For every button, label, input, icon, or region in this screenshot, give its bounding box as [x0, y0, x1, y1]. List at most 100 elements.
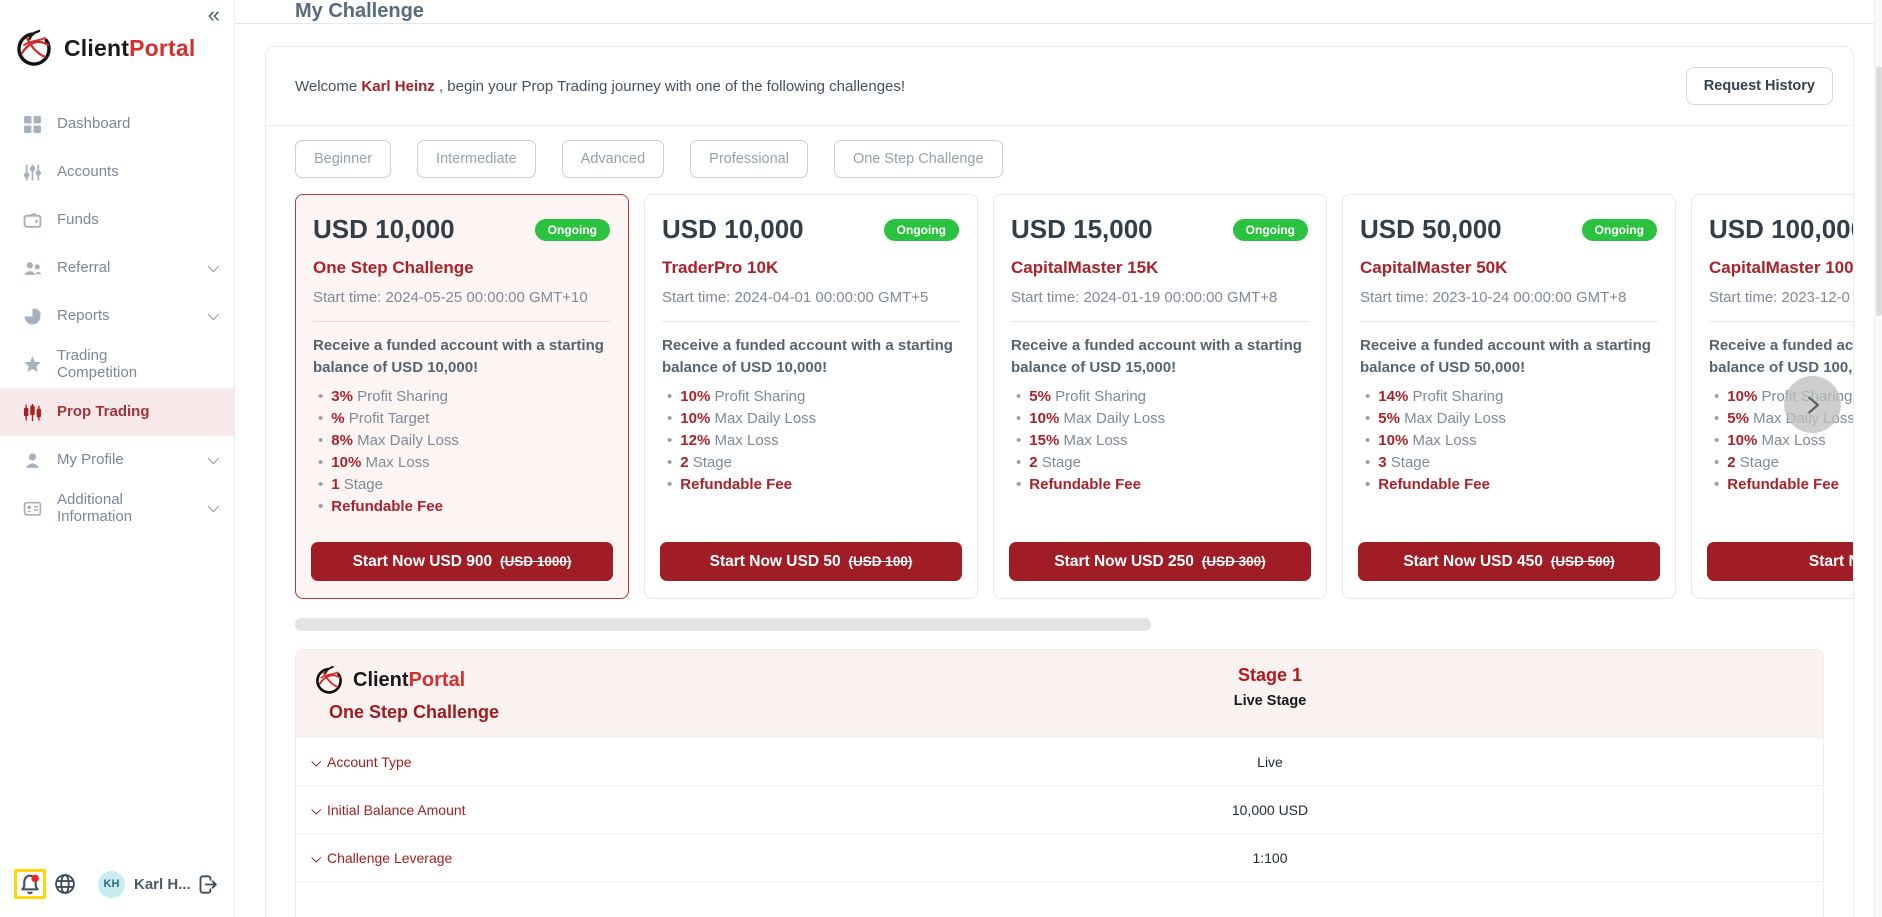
feature-item: Refundable Fee — [1709, 476, 1853, 493]
start-now-button[interactable]: Start Now US — [1707, 542, 1853, 581]
sidebar-item-referral[interactable]: Referral — [0, 244, 234, 292]
filter-advanced[interactable]: Advanced — [561, 140, 665, 178]
table-row: Account Type Live — [296, 737, 1823, 785]
challenge-card-one-step[interactable]: USD 10,000 Ongoing One Step Challenge St… — [295, 194, 629, 599]
feature-value: % — [331, 409, 345, 427]
sidebar-item-dashboard[interactable]: Dashboard — [0, 100, 234, 148]
sidebar-item-label: Funds — [57, 211, 99, 229]
sidebar-item-label: Referral — [57, 259, 111, 277]
card-name: CapitalMaster 100 — [1709, 258, 1853, 277]
sidebar-item-funds[interactable]: Funds — [0, 196, 234, 244]
card-description: Receive a funded account with a starting… — [662, 337, 953, 376]
feature-value: 2 — [680, 453, 689, 471]
bell-icon — [21, 874, 39, 895]
horizontal-scrollbar-thumb[interactable] — [295, 618, 1151, 631]
feature-item: 1 Stage — [313, 476, 611, 493]
card-name: CapitalMaster 15K — [1011, 258, 1159, 277]
welcome-row: Welcome Karl Heinz , begin your Prop Tra… — [266, 47, 1853, 125]
row-value: 10,000 USD — [1231, 802, 1309, 818]
divider — [1011, 321, 1309, 322]
feature-item: 8% Max Daily Loss — [313, 432, 611, 449]
sidebar-item-label: Prop Trading — [57, 403, 150, 421]
page-header: My Challenge — [235, 0, 1882, 24]
brand-logo: ClientPortal — [0, 0, 234, 80]
sidebar-nav: Dashboard Accounts Funds Referral Report… — [0, 100, 234, 532]
status-badge: Ongoing — [534, 219, 610, 241]
feature-item: Refundable Fee — [662, 476, 960, 493]
feature-item: Refundable Fee — [313, 498, 611, 515]
feature-value: 10% — [331, 453, 362, 471]
row-toggle-challenge-leverage[interactable]: Challenge Leverage — [311, 834, 452, 882]
challenge-card-traderpro-10k[interactable]: USD 10,000 Ongoing TraderPro 10K Start t… — [644, 194, 978, 599]
cta-old-price: (USD 300) — [1201, 554, 1266, 569]
start-now-button[interactable]: Start Now USD 50 (USD 100) — [660, 542, 962, 581]
feature-item: 10% Max Loss — [1360, 432, 1658, 449]
cta-label: Start Now US — [1808, 552, 1853, 570]
start-now-button[interactable]: Start Now USD 900 (USD 1000) — [311, 542, 613, 581]
carousel-next-button[interactable] — [1784, 376, 1841, 433]
challenge-card-capitalmaster-15k[interactable]: USD 15,000 Ongoing CapitalMaster 15K Sta… — [993, 194, 1327, 599]
row-toggle-initial-balance[interactable]: Initial Balance Amount — [311, 786, 466, 834]
filter-chips: Beginner Intermediate Advanced Professio… — [266, 126, 1853, 178]
sidebar-item-label: Additional Information — [57, 490, 133, 525]
feature-value: 5% — [1727, 409, 1749, 427]
feature-item: 2 Stage — [662, 454, 960, 471]
chevron-down-icon — [311, 756, 322, 767]
sidebar: « ClientPortal Dashboard Accounts Funds … — [0, 0, 235, 917]
feature-value: 3 — [1378, 453, 1387, 471]
feature-item: 10% Max Daily Loss — [1011, 410, 1309, 427]
card-start-time: Start time: 2024-04-01 00:00:00 GMT+5 — [662, 289, 929, 306]
feature-label: Refundable Fee — [1029, 475, 1141, 493]
notification-dot — [31, 874, 39, 883]
chevron-down-icon — [207, 500, 220, 513]
sidebar-item-accounts[interactable]: Accounts — [0, 148, 234, 196]
feature-label: Profit Target — [348, 409, 430, 427]
sidebar-item-prop-trading[interactable]: Prop Trading — [0, 388, 234, 436]
feature-label: Refundable Fee — [331, 497, 443, 515]
sidebar-item-reports[interactable]: Reports — [0, 292, 234, 340]
sidebar-item-additional-information[interactable]: Additional Information — [0, 484, 234, 532]
request-history-button[interactable]: Request History — [1685, 67, 1833, 105]
start-now-button[interactable]: Start Now USD 450 (USD 500) — [1358, 542, 1660, 581]
sidebar-item-my-profile[interactable]: My Profile — [0, 436, 234, 484]
brand-name-red: Portal — [408, 668, 466, 691]
feature-item: 2 Stage — [1709, 454, 1853, 471]
sidebar-collapse-icon[interactable]: « — [208, 4, 220, 26]
language-button[interactable] — [54, 873, 76, 895]
feature-item: 10% Max Loss — [1709, 432, 1853, 449]
main-area: My Challenge Welcome Karl Heinz , begin … — [235, 0, 1882, 917]
notifications-button[interactable] — [14, 869, 46, 899]
dashboard-icon — [23, 115, 42, 134]
feature-value: 10% — [680, 409, 711, 427]
start-now-button[interactable]: Start Now USD 250 (USD 300) — [1009, 542, 1311, 581]
feature-label: Profit Sharing — [714, 387, 806, 405]
filter-beginner[interactable]: Beginner — [295, 140, 392, 178]
card-name: One Step Challenge — [313, 258, 474, 277]
feature-value: 2 — [1029, 453, 1038, 471]
feature-label: Max Loss — [365, 453, 430, 471]
filter-one-step-challenge[interactable]: One Step Challenge — [833, 140, 1003, 178]
row-value: Live — [1257, 754, 1283, 770]
challenge-card-capitalmaster-50k[interactable]: USD 50,000 Ongoing CapitalMaster 50K Sta… — [1342, 194, 1676, 599]
vertical-scrollbar[interactable] — [1874, 0, 1882, 917]
logout-button[interactable] — [197, 874, 218, 895]
challenge-table-title: One Step Challenge — [329, 702, 500, 722]
filter-professional[interactable]: Professional — [690, 140, 808, 178]
feature-item: 2 Stage — [1011, 454, 1309, 471]
feature-label: Max Loss — [1063, 431, 1128, 449]
feature-label: Profit Sharing — [357, 387, 449, 405]
row-toggle-account-type[interactable]: Account Type — [311, 738, 412, 786]
row-value: 1:100 — [1252, 850, 1288, 866]
filter-intermediate[interactable]: Intermediate — [417, 140, 536, 178]
vertical-scrollbar-thumb[interactable] — [1876, 66, 1882, 316]
avatar[interactable]: KH — [98, 870, 125, 898]
sidebar-item-trading-competition[interactable]: Trading Competition — [0, 340, 234, 388]
feature-item: Refundable Fee — [1011, 476, 1309, 493]
divider — [313, 321, 611, 322]
cta-old-price: (USD 1000) — [500, 554, 572, 569]
challenge-carousel: USD 10,000 Ongoing One Step Challenge St… — [266, 194, 1853, 608]
feature-value: 10% — [1727, 431, 1758, 449]
table-brand-logo: ClientPortal — [312, 663, 1807, 697]
cta-label: Start Now USD 250 — [1054, 552, 1194, 570]
feature-label: Max Loss — [1761, 431, 1826, 449]
